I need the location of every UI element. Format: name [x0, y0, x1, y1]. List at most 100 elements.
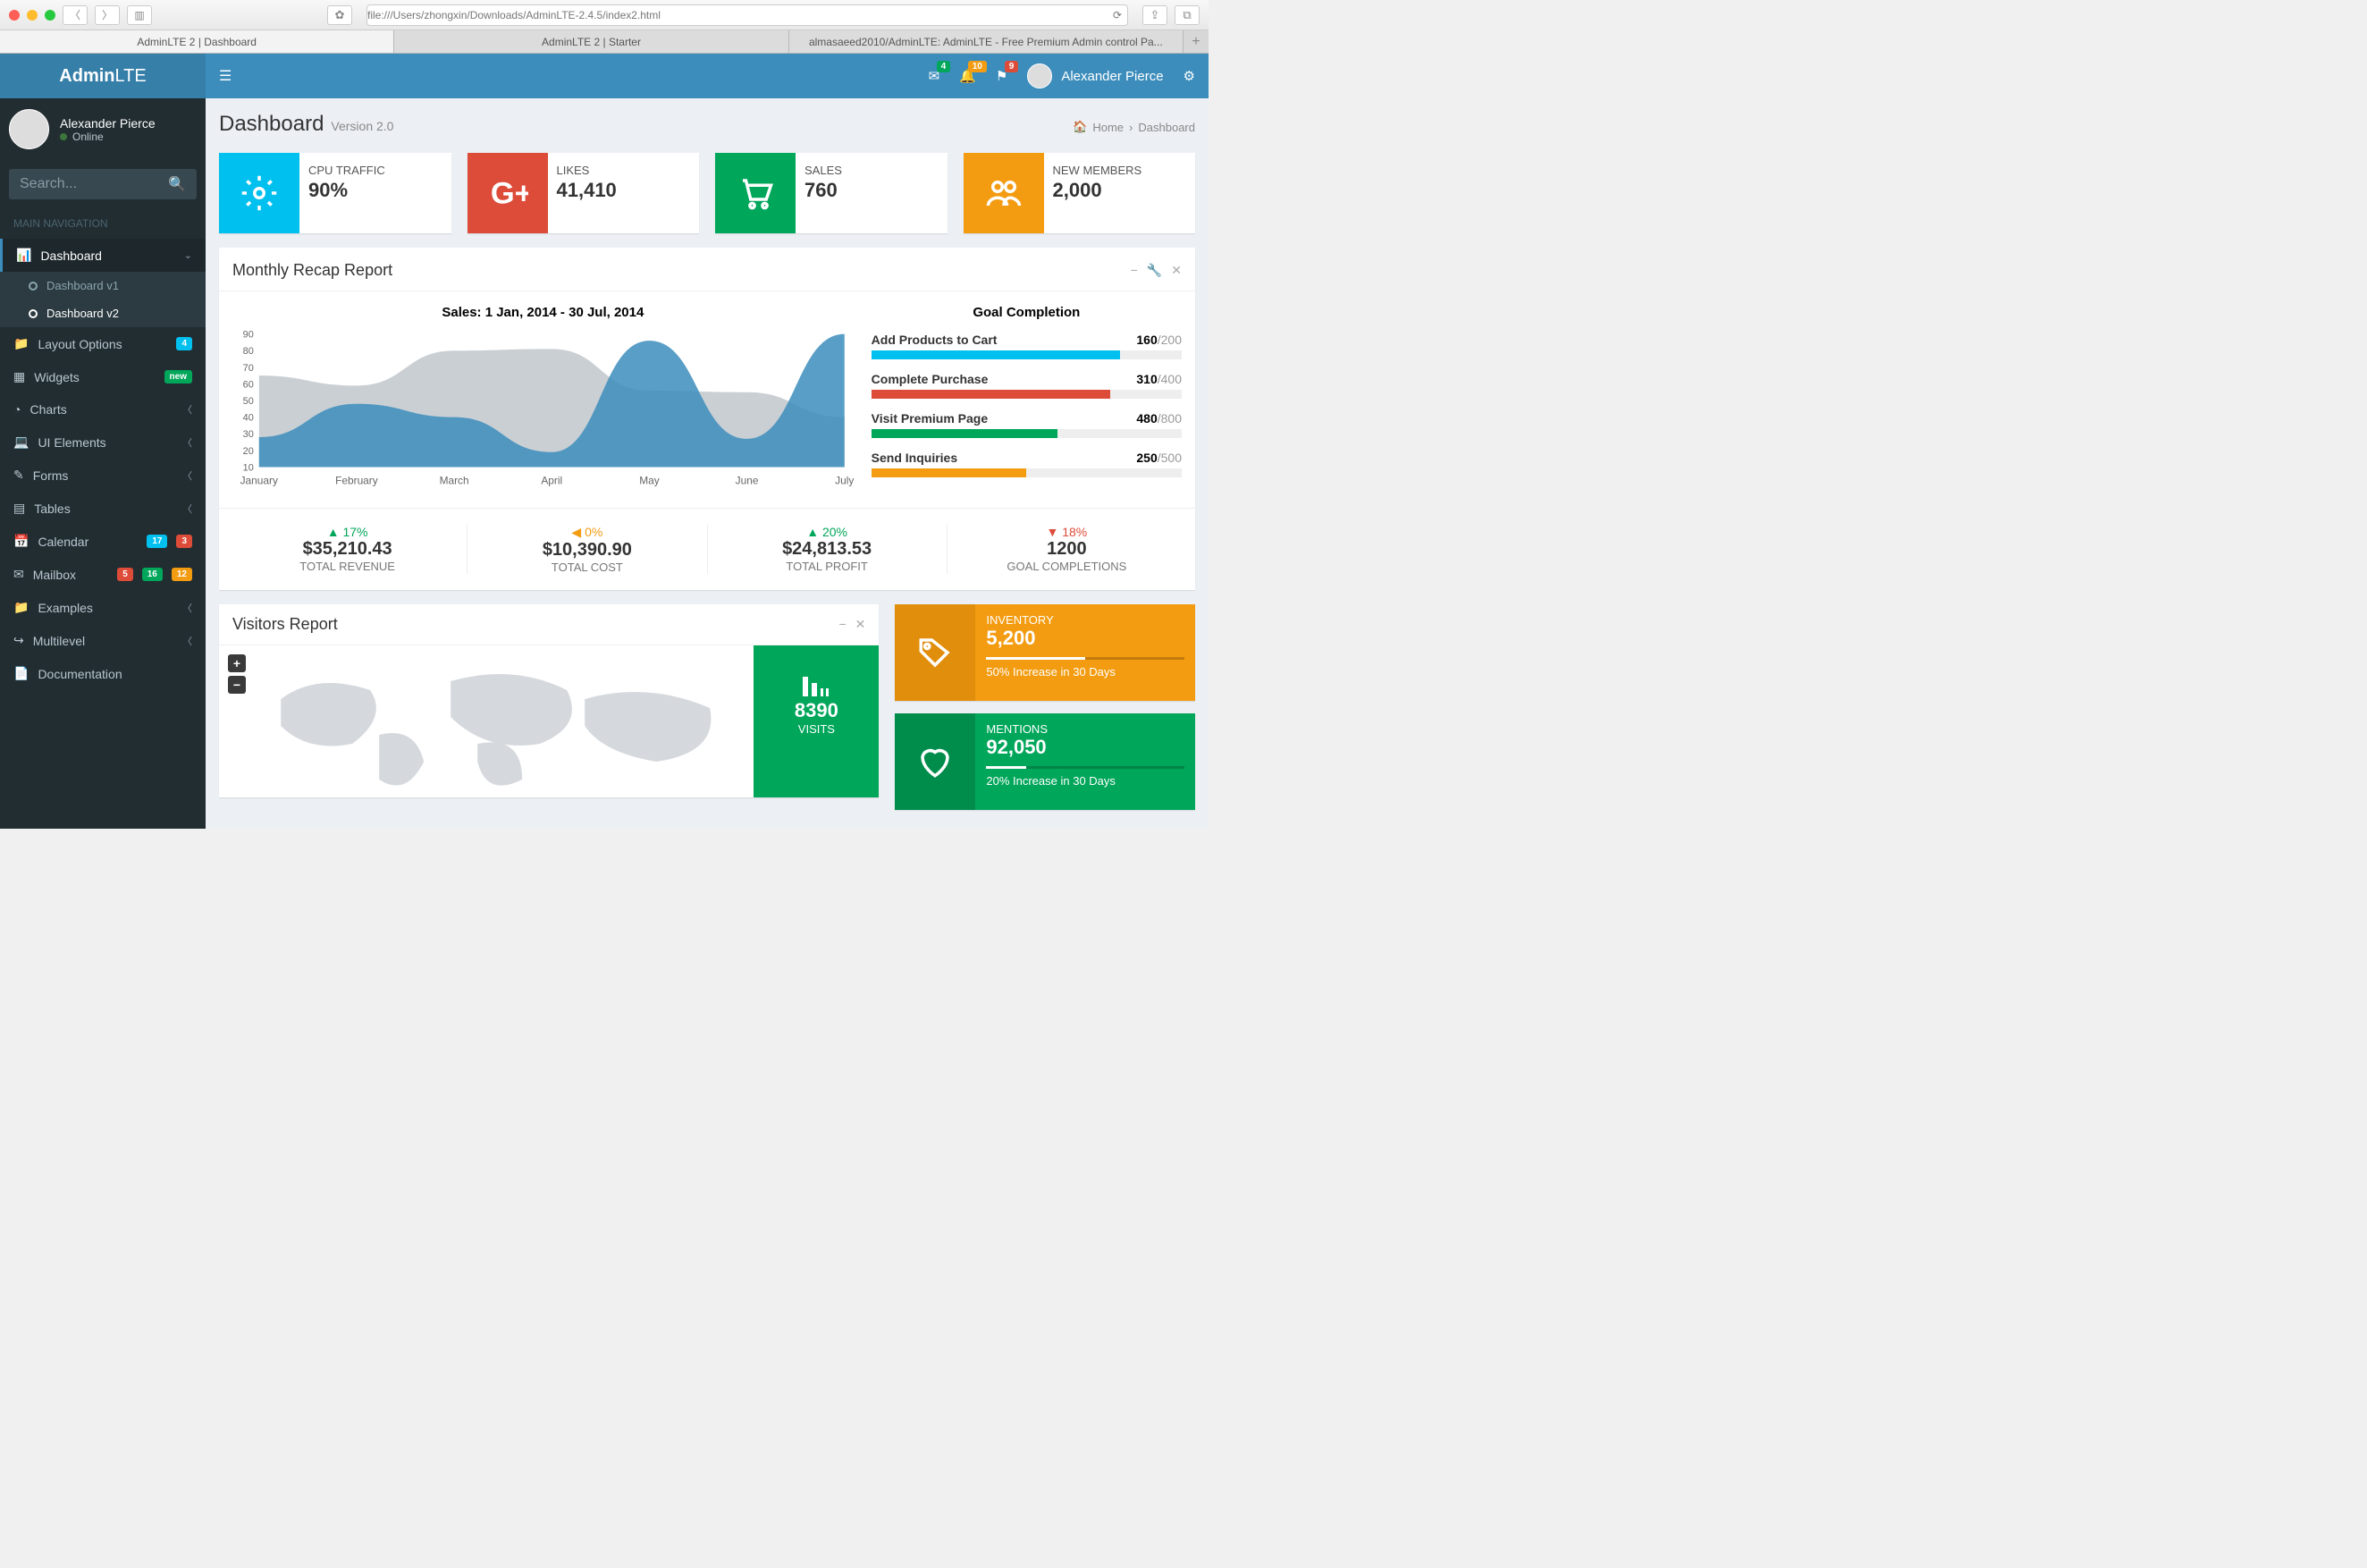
info-box-value: 41,410: [557, 179, 617, 202]
goal-complete-purchase: Complete Purchase 310/400: [872, 372, 1182, 399]
settings-toggle[interactable]: ⚙: [1184, 68, 1195, 84]
sidebar-item-charts[interactable]: ◔Charts〈: [0, 393, 206, 426]
info-box-label: CPU TRAFFIC: [308, 164, 385, 177]
menu-icon: ↪: [13, 633, 24, 648]
menu-icon: ▦: [13, 369, 25, 384]
sidebar-button[interactable]: ▥: [127, 5, 152, 25]
sidebar-item-ui-elements[interactable]: 💻UI Elements〈: [0, 426, 206, 459]
visitors-box: Visitors Report − ✕ + −: [219, 604, 879, 797]
forward-button[interactable]: 〉: [95, 5, 120, 25]
sidebar-item-label: Charts: [29, 402, 66, 417]
sidebar-item-examples[interactable]: 📁Examples〈: [0, 591, 206, 624]
svg-text:60: 60: [243, 379, 254, 390]
notifications-badge: 10: [968, 61, 987, 72]
dashboard-icon: 🏠: [1073, 120, 1087, 134]
svg-text:40: 40: [243, 413, 254, 424]
logo[interactable]: AdminLTE: [0, 54, 206, 98]
share-button[interactable]: ⇪: [1142, 5, 1167, 25]
tasks-menu[interactable]: ⚑ 9: [996, 68, 1007, 84]
menu-icon: ✉: [13, 567, 24, 582]
svg-text:80: 80: [243, 346, 254, 357]
menu-icon: 📁: [13, 336, 29, 351]
minimize-window-icon[interactable]: [27, 10, 38, 21]
world-map[interactable]: + −: [219, 645, 754, 797]
sidebar-item-tables[interactable]: ▤Tables〈: [0, 492, 206, 525]
sidebar-item-widgets[interactable]: ▦ Widgets new: [0, 360, 206, 393]
svg-text:50: 50: [243, 396, 254, 407]
reader-button[interactable]: ✿: [327, 5, 352, 25]
zoom-out-button[interactable]: −: [228, 676, 246, 694]
sidebar-item-documentation[interactable]: 📄Documentation: [0, 657, 206, 690]
close-window-icon[interactable]: [9, 10, 20, 21]
svg-text:July: July: [835, 474, 854, 486]
maximize-window-icon[interactable]: [45, 10, 55, 21]
messages-badge: 4: [937, 61, 951, 72]
sidebar-subitem[interactable]: Dashboard v2: [0, 299, 206, 327]
sidebar-item-dashboard[interactable]: 📊Dashboard⌄: [0, 239, 206, 272]
close-icon[interactable]: ✕: [1171, 263, 1182, 278]
browser-tab[interactable]: AdminLTE 2 | Dashboard: [0, 30, 394, 53]
url-bar[interactable]: file:///Users/zhongxin/Downloads/AdminLT…: [366, 4, 1128, 26]
search-input[interactable]: Search... 🔍: [9, 169, 197, 199]
sidebar-toggle[interactable]: ☰: [219, 67, 232, 85]
new-badge: new: [164, 370, 192, 384]
user-menu[interactable]: Alexander Pierce: [1027, 63, 1163, 89]
breadcrumb-link[interactable]: Home: [1092, 121, 1124, 134]
sidebar-item-mailbox[interactable]: ✉Mailbox51612: [0, 558, 206, 591]
wrench-icon[interactable]: 🔧: [1147, 263, 1162, 278]
menu-icon: ✎: [13, 468, 24, 483]
svg-text:G+: G+: [490, 177, 527, 211]
avatar: [9, 109, 49, 149]
online-dot-icon: [60, 133, 67, 140]
sidebar-item-label: Examples: [38, 601, 92, 615]
tabs-button[interactable]: ⧉: [1175, 5, 1200, 25]
reload-icon[interactable]: ⟳: [1113, 9, 1127, 21]
sidebar: Alexander Pierce Online Search... 🔍 MAIN…: [0, 98, 206, 829]
sidebar-item-label: Calendar: [38, 535, 88, 549]
sidebar-subitem[interactable]: Dashboard v1: [0, 272, 206, 299]
content-header: Dashboard Version 2.0 🏠 Home › Dashboard: [206, 98, 1209, 144]
search-placeholder: Search...: [20, 176, 77, 192]
messages-menu[interactable]: ✉ 4: [929, 68, 940, 84]
info-box-label: SALES: [804, 164, 842, 177]
info-card-inventory: INVENTORY 5,200 50% Increase in 30 Days: [895, 604, 1195, 701]
sidebar-item-multilevel[interactable]: ↪Multilevel〈: [0, 624, 206, 657]
close-icon[interactable]: ✕: [855, 617, 866, 632]
info-box-likes: G+ LIKES 41,410: [468, 153, 700, 233]
avatar: [1027, 63, 1052, 89]
goal-send-inquiries: Send Inquiries 250/500: [872, 451, 1182, 477]
visits-value: 8390: [795, 699, 838, 722]
chart-title: Sales: 1 Jan, 2014 - 30 Jul, 2014: [232, 305, 854, 320]
heart-icon: [895, 713, 975, 810]
top-navbar: ☰ ✉ 4 🔔 10 ⚑ 9 Alexander Pierce ⚙: [206, 54, 1209, 98]
browser-tab[interactable]: almasaeed2010/AdminLTE: AdminLTE - Free …: [789, 30, 1184, 53]
back-button[interactable]: 〈: [63, 5, 88, 25]
user-name: Alexander Pierce: [1061, 69, 1163, 84]
collapse-icon[interactable]: −: [838, 617, 846, 632]
svg-text:June: June: [736, 474, 759, 486]
count-badge: 17: [147, 535, 167, 548]
info-box-value: 90%: [308, 179, 385, 202]
chevron-left-icon: 〈: [182, 468, 192, 483]
stat-value: 1200: [948, 539, 1186, 560]
sidebar-item-label: Widgets: [34, 370, 80, 384]
stat-desc: TOTAL REVENUE: [228, 560, 467, 573]
new-tab-button[interactable]: +: [1184, 30, 1209, 53]
notifications-menu[interactable]: 🔔 10: [959, 68, 976, 84]
sales-chart: 102030405060708090JanuaryFebruaryMarchAp…: [232, 329, 854, 490]
sidebar-item-calendar[interactable]: 📅Calendar173: [0, 525, 206, 558]
sidebar-item-forms[interactable]: ✎Forms〈: [0, 459, 206, 492]
collapse-icon[interactable]: −: [1131, 263, 1138, 278]
breadcrumb: 🏠 Home › Dashboard: [1073, 120, 1195, 134]
stat-block: ▼ 18% 1200 GOAL COMPLETIONS: [948, 525, 1186, 574]
browser-tab[interactable]: AdminLTE 2 | Starter: [394, 30, 788, 53]
stat-block: ▲ 20% $24,813.53 TOTAL PROFIT: [708, 525, 948, 574]
sidebar-item-label: Dashboard: [40, 249, 102, 263]
users-icon: [964, 153, 1044, 233]
box-title: Visitors Report: [232, 615, 338, 634]
svg-text:January: January: [240, 474, 278, 486]
sidebar-item-layout-options[interactable]: 📁Layout Options4: [0, 327, 206, 360]
count-badge: 5: [117, 568, 133, 581]
url-text: file:///Users/zhongxin/Downloads/AdminLT…: [367, 9, 661, 21]
zoom-in-button[interactable]: +: [228, 654, 246, 672]
